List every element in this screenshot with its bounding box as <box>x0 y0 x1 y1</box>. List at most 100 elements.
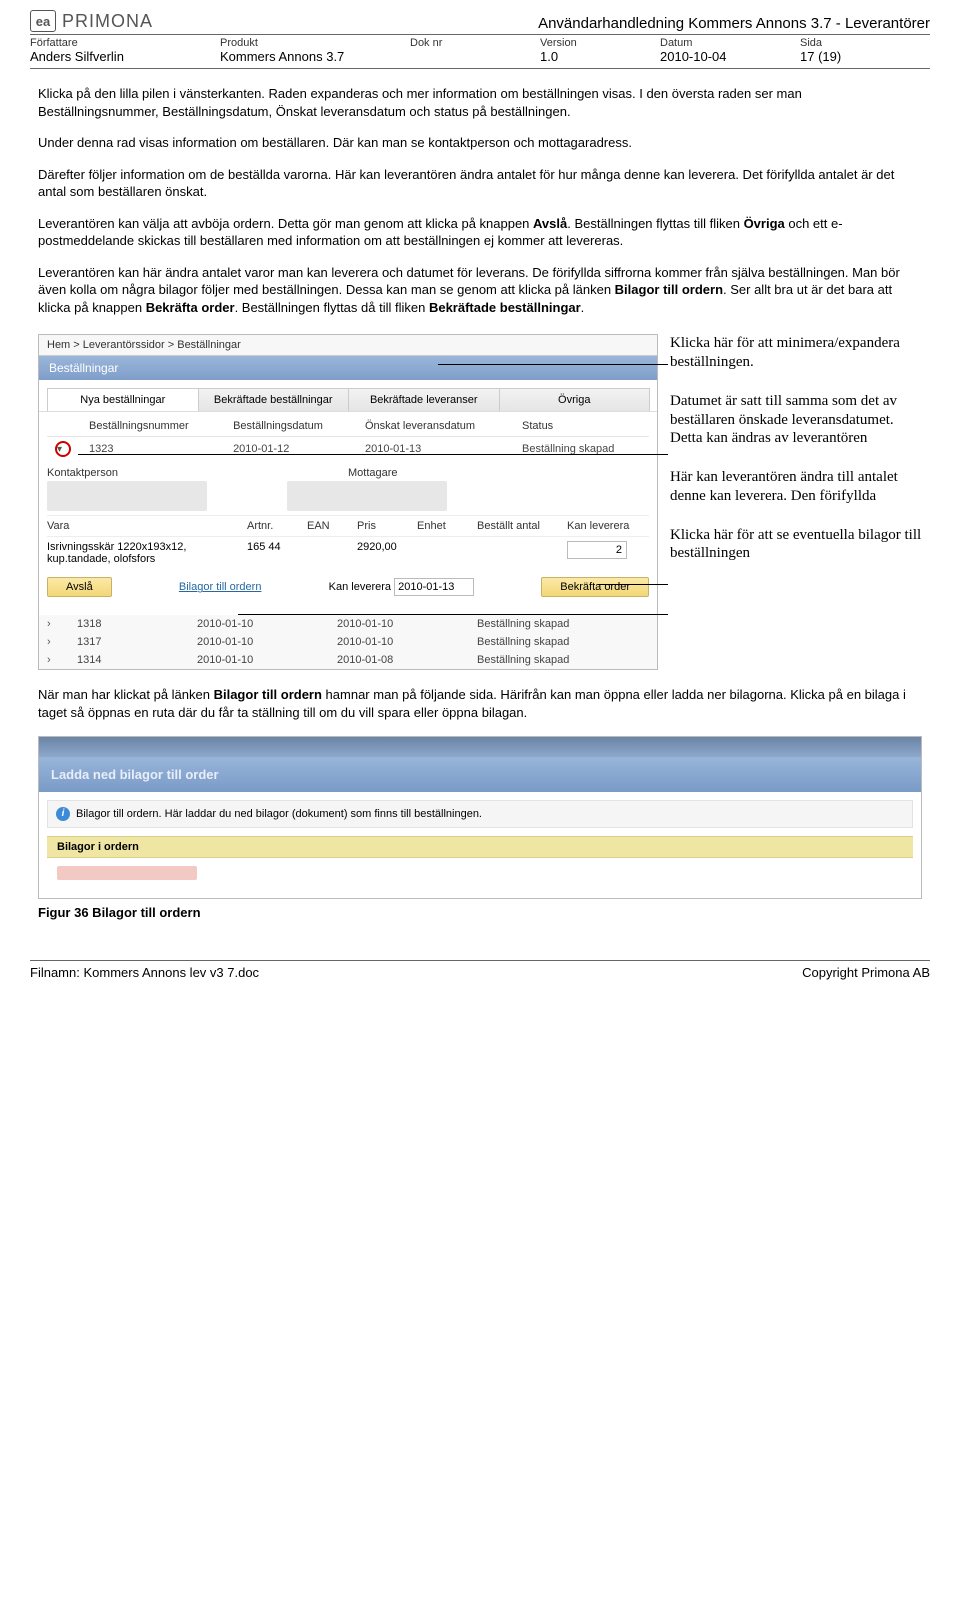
attachments-body <box>47 858 913 888</box>
col-ean: EAN <box>307 520 357 532</box>
tab-bekraftade-bestallningar[interactable]: Bekräftade beställningar <box>198 388 350 411</box>
breadcrumb: Hem > Leverantörssidor > Beställningar <box>39 335 657 356</box>
label-sida: Sida <box>800 37 880 49</box>
annotation-line <box>78 454 668 455</box>
bekrafta-order-button[interactable]: Bekräfta order <box>541 577 649 597</box>
kan-leverera-input[interactable] <box>567 541 627 559</box>
paragraph-4: Leverantören kan välja att avböja ordern… <box>38 215 922 250</box>
footer-copyright: Copyright Primona AB <box>802 965 930 980</box>
items-header: Vara Artnr. EAN Pris Enhet Beställt anta… <box>47 515 649 537</box>
col-pris: Pris <box>357 520 417 532</box>
paragraph-3: Därefter följer information om de bestäl… <box>38 166 922 201</box>
download-banner: Ladda ned bilagor till order <box>39 757 921 792</box>
chevron-right-icon <box>47 654 51 666</box>
label-version: Version <box>540 37 660 49</box>
attachment-file-blur[interactable] <box>57 866 197 880</box>
document-title: Användarhandledning Kommers Annons 3.7 -… <box>538 15 930 32</box>
expand-toggle-icon[interactable] <box>55 441 71 457</box>
panel-title: Beställningar <box>39 356 657 380</box>
order-row-collapsed[interactable]: 1314 2010-01-10 2010-01-08 Beställning s… <box>39 651 657 669</box>
callout-expand: Klicka här för att minimera/expandera be… <box>670 334 922 372</box>
callout-bilagor: Klicka här för att se eventuella bilagor… <box>670 526 922 564</box>
order-row[interactable]: 1323 2010-01-12 2010-01-13 Beställning s… <box>47 437 649 462</box>
logo-mark-icon: ea <box>30 10 56 32</box>
footer-filename: Filnamn: Kommers Annons lev v3 7.doc <box>30 965 259 980</box>
tab-nya-bestallningar[interactable]: Nya beställningar <box>47 388 199 411</box>
logo-text: PRIMONA <box>62 11 153 32</box>
col-status: Status <box>514 416 649 437</box>
annotation-line <box>598 584 668 585</box>
screenshot-1: Hem > Leverantörssidor > Beställningar B… <box>38 334 658 670</box>
tab-bekraftade-leveranser[interactable]: Bekräftade leveranser <box>348 388 500 411</box>
kan-leverera-date-input[interactable] <box>394 578 474 596</box>
label-doknr: Dok nr <box>410 37 540 49</box>
tabs-row: Nya beställningar Bekräftade beställning… <box>39 380 657 412</box>
topbar <box>39 737 921 757</box>
mottagare-value-blur <box>287 481 447 511</box>
chevron-down-icon <box>57 443 62 455</box>
col-kan-leverera: Kan leverera <box>567 520 647 532</box>
logo: ea PRIMONA <box>30 10 153 32</box>
paragraph-2: Under denna rad visas information om bes… <box>38 134 922 152</box>
order-row-collapsed[interactable]: 1318 2010-01-10 2010-01-10 Beställning s… <box>39 615 657 633</box>
kan-leverera-date-label: Kan leverera <box>329 581 391 593</box>
annotation-line <box>238 614 668 615</box>
action-row: Avslå Bilagor till ordern Kan leverera B… <box>47 569 649 605</box>
attachments-header: Bilagor i ordern <box>47 836 913 858</box>
value-sida: 17 (19) <box>800 49 880 64</box>
bilagor-till-ordern-link[interactable]: Bilagor till ordern <box>179 581 262 593</box>
col-artnr: Artnr. <box>247 520 307 532</box>
callout-date: Datumet är satt till samma som det av be… <box>670 392 922 448</box>
col-enhet: Enhet <box>417 520 477 532</box>
mottagare-label: Mottagare <box>348 467 649 479</box>
screenshot-2: Ladda ned bilagor till order i Bilagor t… <box>38 736 922 899</box>
item-row: Isrivningsskär 1220x193x12, kup.tandade,… <box>47 537 649 569</box>
label-datum: Datum <box>660 37 800 49</box>
order-status: Beställning skapad <box>514 437 649 462</box>
paragraph-1: Klicka på den lilla pilen i vänsterkante… <box>38 85 922 120</box>
item-artnr: 165 44 <box>247 541 307 565</box>
chevron-right-icon <box>47 636 51 648</box>
chevron-right-icon <box>47 618 51 630</box>
tab-ovriga[interactable]: Övriga <box>499 388 651 411</box>
callouts: Klicka här för att minimera/expandera be… <box>670 334 922 563</box>
value-produkt: Kommers Annons 3.7 <box>220 49 410 64</box>
col-bestallningsnummer: Beställningsnummer <box>81 416 225 437</box>
collapsed-orders: 1318 2010-01-10 2010-01-10 Beställning s… <box>39 615 657 669</box>
order-row-collapsed[interactable]: 1317 2010-01-10 2010-01-10 Beställning s… <box>39 633 657 651</box>
header-meta-labels: Författare Produkt Dok nr Version Datum … <box>30 35 930 69</box>
value-version: 1.0 <box>540 49 660 64</box>
figure-caption: Figur 36 Bilagor till ordern <box>38 905 922 920</box>
screenshot-1-wrapper: Hem > Leverantörssidor > Beställningar B… <box>38 334 922 670</box>
col-vara: Vara <box>47 520 247 532</box>
paragraph-5: Leverantören kan här ändra antalet varor… <box>38 264 922 317</box>
col-bestallt-antal: Beställt antal <box>477 520 567 532</box>
col-onskat-leveransdatum: Önskat leveransdatum <box>357 416 514 437</box>
item-pris: 2920,00 <box>357 541 417 565</box>
col-bestallningsdatum: Beställningsdatum <box>225 416 357 437</box>
label-forfattare: Författare <box>30 37 220 49</box>
value-forfattare: Anders Silfverlin <box>30 49 220 64</box>
header-top-row: ea PRIMONA Användarhandledning Kommers A… <box>30 10 930 35</box>
document-footer: Filnamn: Kommers Annons lev v3 7.doc Cop… <box>30 960 930 980</box>
document-body: Klicka på den lilla pilen i vänsterkante… <box>30 75 930 920</box>
order-bd: 2010-01-12 <box>225 437 357 462</box>
contact-heads: Kontaktperson Mottagare <box>47 467 649 479</box>
order-ld: 2010-01-13 <box>357 437 514 462</box>
kontaktperson-label: Kontaktperson <box>47 467 348 479</box>
annotation-line <box>438 364 668 365</box>
item-name: Isrivningsskär 1220x193x12, kup.tandade,… <box>47 541 247 565</box>
kontaktperson-value-blur <box>47 481 207 511</box>
document-header: ea PRIMONA Användarhandledning Kommers A… <box>30 10 930 69</box>
label-produkt: Produkt <box>220 37 410 49</box>
callout-qty: Här kan leverantören ändra till antalet … <box>670 468 922 506</box>
info-text: Bilagor till ordern. Här laddar du ned b… <box>76 808 482 820</box>
value-doknr <box>410 49 540 64</box>
avsla-button[interactable]: Avslå <box>47 577 112 597</box>
value-datum: 2010-10-04 <box>660 49 800 64</box>
info-bar: i Bilagor till ordern. Här laddar du ned… <box>47 800 913 828</box>
info-icon: i <box>56 807 70 821</box>
kan-leverera-date-group: Kan leverera <box>329 578 474 596</box>
order-nr: 1323 <box>81 437 225 462</box>
paragraph-between: När man har klickat på länken Bilagor ti… <box>38 686 922 721</box>
